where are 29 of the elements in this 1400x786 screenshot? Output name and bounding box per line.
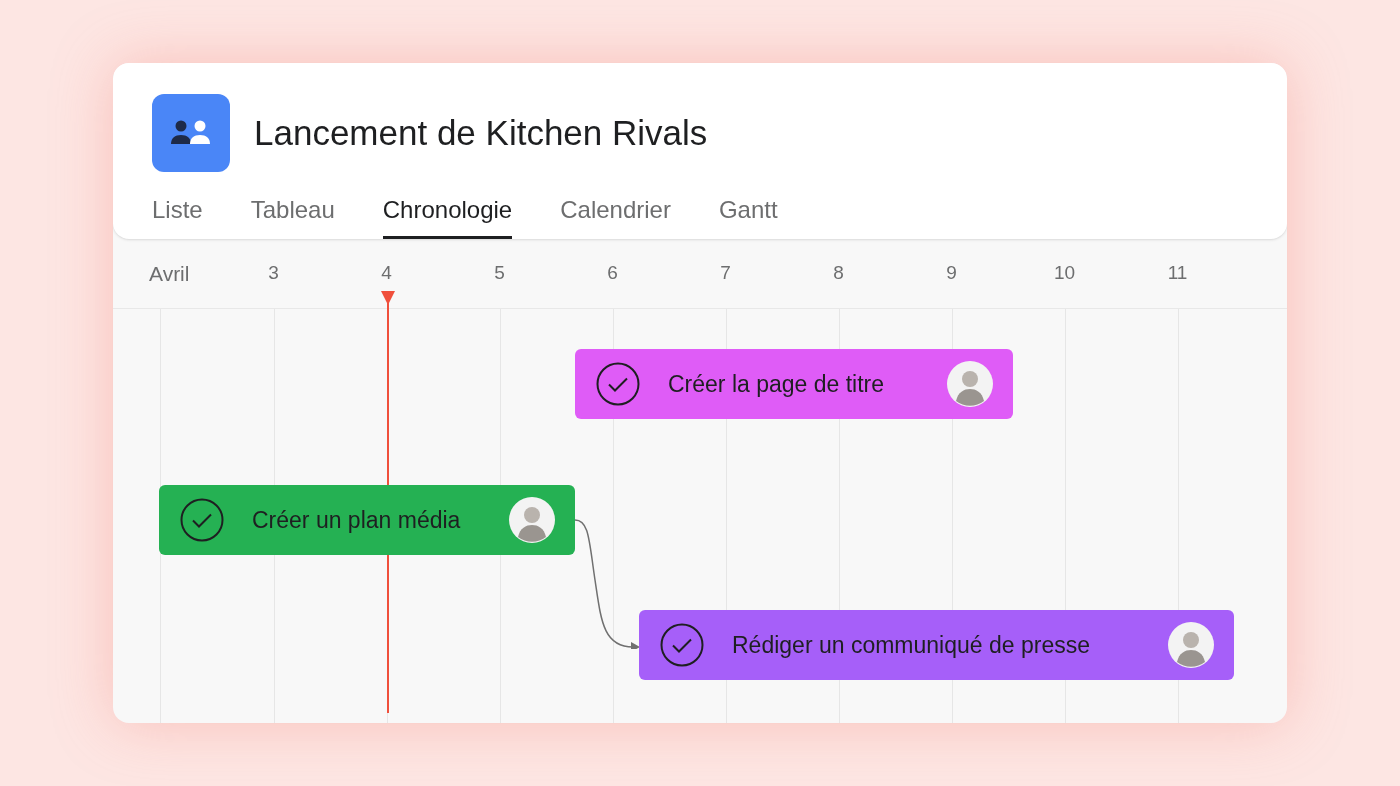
- task-bar[interactable]: Créer un plan média: [159, 485, 575, 555]
- day-label: 11: [1167, 261, 1188, 286]
- task-bar[interactable]: Rédiger un communiqué de presse: [639, 610, 1234, 680]
- day-label: 5: [494, 261, 505, 286]
- day-label: 8: [833, 261, 844, 286]
- month-label: Avril: [149, 260, 191, 287]
- day-label: 7: [720, 261, 731, 286]
- check-circle-icon: [180, 498, 224, 542]
- view-tab[interactable]: Liste: [152, 192, 203, 239]
- check-circle-icon: [660, 623, 704, 667]
- task-name: Créer la page de titre: [668, 369, 886, 399]
- project-title: Lancement de Kitchen Rivals: [254, 111, 708, 154]
- view-tab[interactable]: Gantt: [718, 192, 778, 239]
- task-name: Créer un plan média: [252, 505, 462, 535]
- avatar-icon: [947, 361, 993, 407]
- avatar-icon: [1168, 622, 1214, 668]
- task-name: Rédiger un communiqué de presse: [732, 630, 1091, 660]
- day-label: 10: [1053, 261, 1076, 286]
- day-label: 6: [607, 261, 618, 286]
- view-tab[interactable]: Calendrier: [560, 192, 671, 239]
- day-label: 9: [946, 261, 957, 286]
- avatar-icon: [509, 497, 555, 543]
- day-label: 4: [381, 261, 392, 286]
- day-label: 3: [268, 261, 279, 286]
- task-bar[interactable]: Créer la page de titre: [575, 349, 1013, 419]
- team-icon: [152, 94, 230, 172]
- view-tab[interactable]: Tableau: [250, 192, 335, 239]
- view-tab[interactable]: Chronologie: [382, 192, 513, 239]
- check-circle-icon: [596, 362, 640, 406]
